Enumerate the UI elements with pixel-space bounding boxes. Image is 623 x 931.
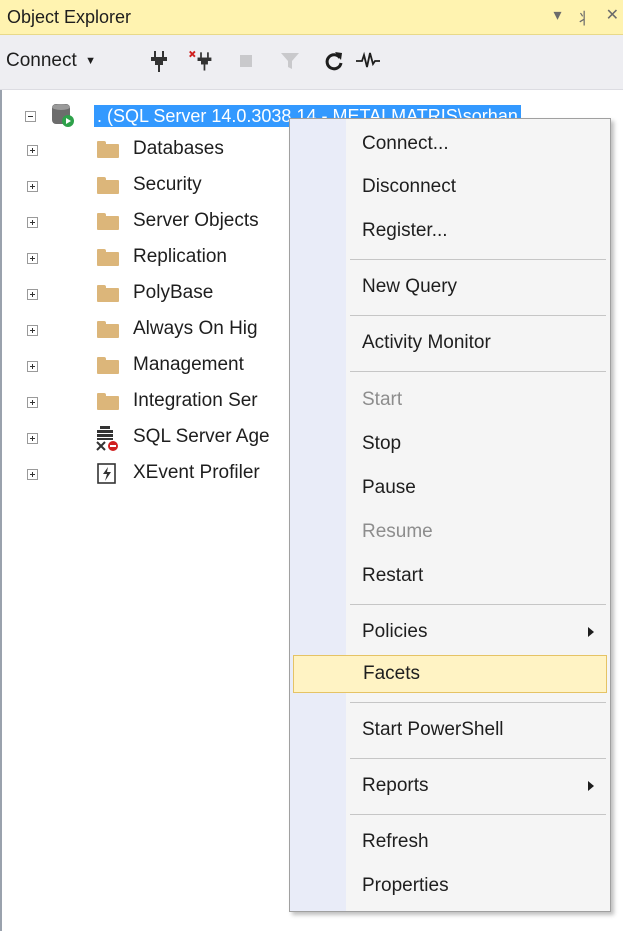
menu-item-properties[interactable]: Properties	[290, 867, 610, 905]
activity-monitor-icon[interactable]	[355, 48, 381, 74]
server-context-menu: Connect... Disconnect Register... New Qu…	[289, 118, 611, 912]
collapse-toggle-icon[interactable]	[25, 111, 36, 122]
folder-icon	[97, 213, 119, 230]
menu-item-resume[interactable]: Resume	[290, 513, 610, 551]
disconnect-icon[interactable]	[188, 48, 214, 74]
panel-title: Object Explorer	[7, 7, 132, 27]
menu-separator	[350, 814, 606, 815]
menu-item-label: Start	[362, 389, 403, 410]
folder-icon	[97, 249, 119, 266]
tree-item-label: Server Objects	[133, 210, 259, 231]
menu-item-label: New Query	[362, 276, 458, 297]
menu-item-policies[interactable]: Policies	[290, 613, 610, 651]
tree-item-label: XEvent Profiler	[133, 462, 260, 483]
refresh-icon[interactable]	[321, 48, 347, 74]
expand-toggle-icon[interactable]	[27, 289, 38, 300]
menu-item-restart[interactable]: Restart	[290, 557, 610, 595]
chevron-down-icon: ▼	[85, 55, 96, 67]
menu-separator	[350, 259, 606, 260]
menu-item-pause[interactable]: Pause	[290, 469, 610, 507]
menu-item-disconnect[interactable]: Disconnect	[290, 168, 610, 206]
menu-separator	[350, 604, 606, 605]
connect-plug-icon[interactable]	[146, 48, 172, 74]
filter-icon[interactable]	[277, 48, 303, 74]
dropdown-arrow-icon[interactable]: ▾	[554, 5, 562, 29]
expand-toggle-icon[interactable]	[27, 181, 38, 192]
menu-item-label: Policies	[362, 621, 428, 642]
tree-item-label: Replication	[133, 246, 227, 267]
menu-item-label: Stop	[362, 433, 402, 454]
menu-item-start[interactable]: Start	[290, 381, 610, 419]
menu-item-label: Resume	[362, 521, 433, 542]
menu-item-register[interactable]: Register...	[290, 212, 610, 250]
menu-item-label: Disconnect	[362, 176, 456, 197]
expand-toggle-icon[interactable]	[27, 433, 38, 444]
pin-icon[interactable]: 丬	[576, 5, 592, 29]
menu-item-stop[interactable]: Stop	[290, 425, 610, 463]
tree-item-label: Always On Hig	[133, 318, 258, 339]
menu-item-label: Register...	[362, 220, 448, 241]
connect-label: Connect	[6, 50, 77, 71]
folder-icon	[97, 177, 119, 194]
object-explorer-titlebar: Object Explorer ▾ 丬 ✕	[0, 0, 623, 35]
menu-item-refresh[interactable]: Refresh	[290, 823, 610, 861]
menu-item-label: Start PowerShell	[362, 719, 504, 740]
menu-separator	[350, 315, 606, 316]
tree-item-label: Integration Ser	[133, 390, 258, 411]
submenu-arrow-icon	[588, 627, 594, 637]
tree-item-label: Management	[133, 354, 244, 375]
expand-toggle-icon[interactable]	[27, 145, 38, 156]
object-explorer-toolbar: Connect ▼	[0, 35, 623, 90]
menu-item-start-powershell[interactable]: Start PowerShell	[290, 711, 610, 749]
menu-separator	[350, 371, 606, 372]
server-connected-icon	[50, 102, 76, 134]
expand-toggle-icon[interactable]	[27, 469, 38, 480]
xevent-profiler-icon	[97, 463, 117, 491]
tree-item-label: PolyBase	[133, 282, 214, 303]
tree-item-label: Security	[133, 174, 202, 195]
folder-icon	[97, 321, 119, 338]
menu-item-label: Refresh	[362, 831, 429, 852]
menu-separator	[350, 702, 606, 703]
sql-agent-icon	[95, 425, 119, 457]
connect-dropdown-button[interactable]: Connect ▼	[6, 50, 96, 72]
menu-item-label: Restart	[362, 565, 424, 586]
folder-icon	[97, 357, 119, 374]
stop-icon[interactable]	[233, 48, 259, 74]
menu-item-connect[interactable]: Connect...	[290, 125, 610, 163]
menu-item-label: Connect...	[362, 133, 449, 154]
menu-item-label: Activity Monitor	[362, 332, 491, 353]
expand-toggle-icon[interactable]	[27, 397, 38, 408]
titlebar-icons: ▾ 丬 ✕	[554, 5, 619, 29]
expand-toggle-icon[interactable]	[27, 253, 38, 264]
expand-toggle-icon[interactable]	[27, 217, 38, 228]
menu-item-label: Reports	[362, 775, 429, 796]
menu-item-label: Pause	[362, 477, 416, 498]
menu-item-label: Facets	[363, 663, 421, 684]
menu-separator	[350, 758, 606, 759]
menu-item-activity-monitor[interactable]: Activity Monitor	[290, 324, 610, 362]
tree-item-label: Databases	[133, 138, 224, 159]
menu-item-label: Properties	[362, 875, 449, 896]
menu-item-facets[interactable]: Facets	[293, 655, 607, 693]
folder-icon	[97, 141, 119, 158]
expand-toggle-icon[interactable]	[27, 361, 38, 372]
folder-icon	[97, 285, 119, 302]
close-icon[interactable]: ✕	[606, 5, 619, 29]
expand-toggle-icon[interactable]	[27, 325, 38, 336]
menu-item-reports[interactable]: Reports	[290, 767, 610, 805]
menu-item-new-query[interactable]: New Query	[290, 268, 610, 306]
folder-icon	[97, 393, 119, 410]
submenu-arrow-icon	[588, 781, 594, 791]
tree-item-label: SQL Server Age	[133, 426, 270, 447]
